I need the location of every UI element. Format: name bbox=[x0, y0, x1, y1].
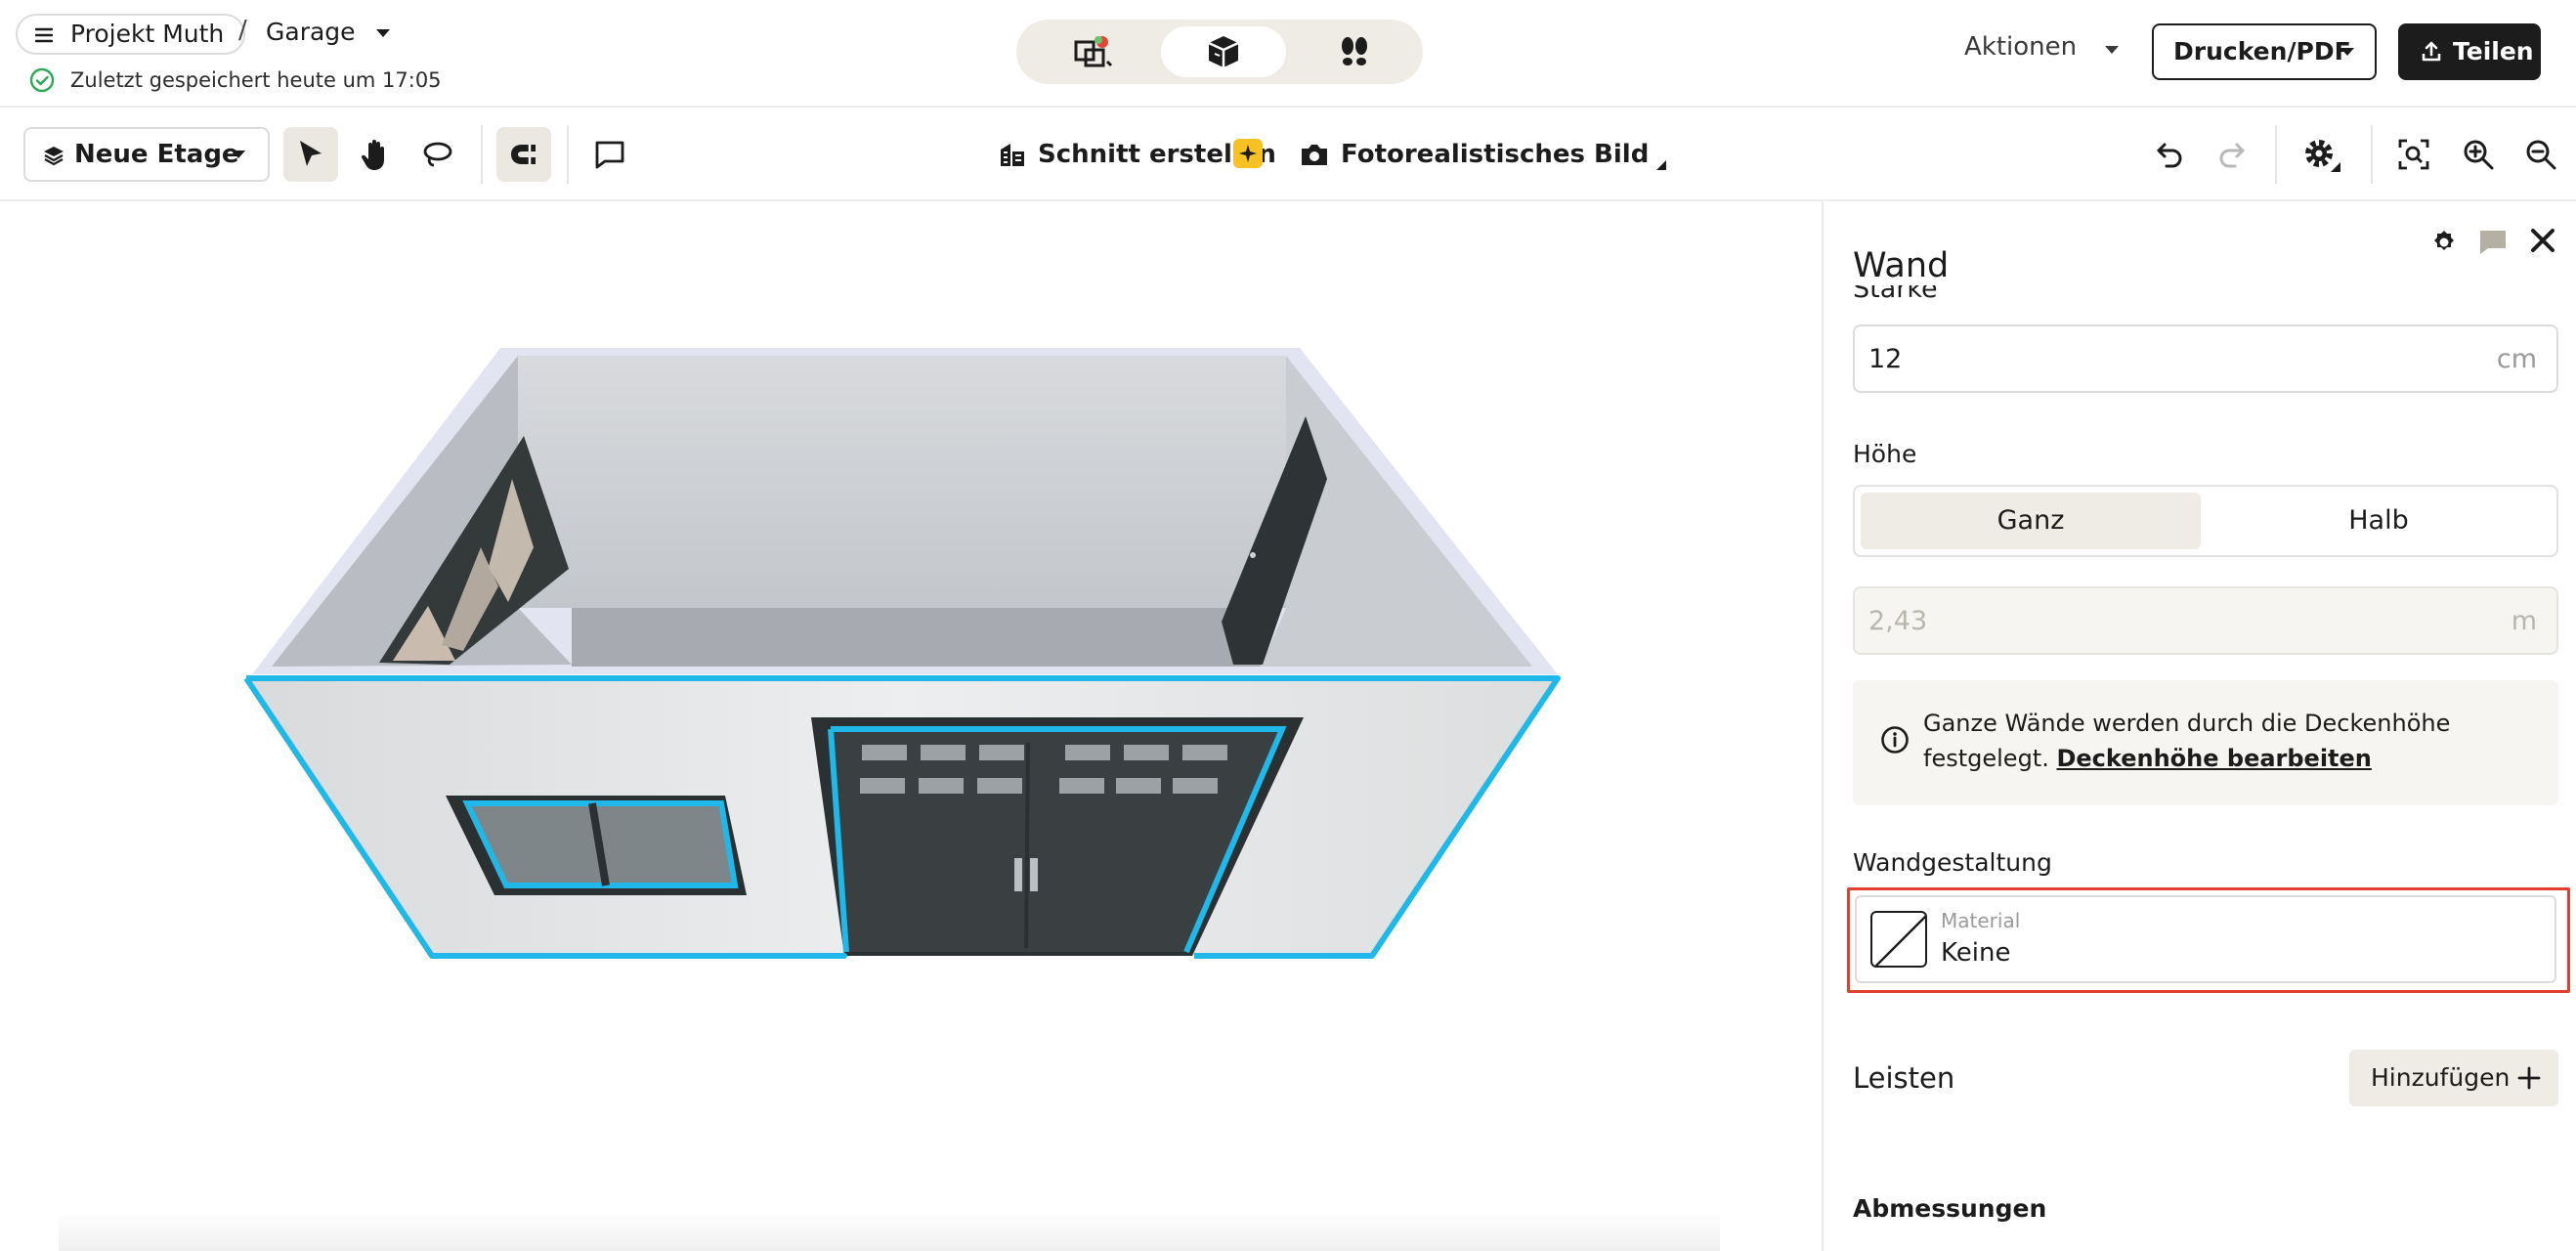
share-button[interactable]: Teilen bbox=[2398, 23, 2541, 80]
dimensions-title: Abmessungen bbox=[1853, 1194, 2047, 1223]
lasso-tool[interactable] bbox=[410, 127, 465, 182]
redo-icon bbox=[2219, 143, 2245, 168]
comment-icon bbox=[595, 141, 624, 169]
actions-menu[interactable]: Aktionen bbox=[1964, 32, 2120, 62]
select-cursor-icon bbox=[300, 141, 322, 166]
chevron-down-icon bbox=[375, 29, 390, 37]
properties-panel: Stärke Wand 12 cm Höhe Ganz Halb 2,43 m … bbox=[1822, 201, 2576, 1251]
new-floor-button[interactable]: Neue Etage bbox=[23, 127, 270, 182]
chevron-down-icon bbox=[2340, 48, 2354, 56]
building-section-icon bbox=[1001, 144, 1024, 166]
select-tool[interactable] bbox=[283, 127, 338, 182]
dropdown-corner-icon bbox=[1656, 160, 1667, 170]
view-mode-switch bbox=[1016, 20, 1423, 84]
actions-label: Aktionen bbox=[1964, 32, 2078, 62]
height-value: 2,43 bbox=[1868, 606, 1928, 636]
top-bar: Projekt Muth / Garage Zuletzt gespeicher… bbox=[0, 0, 2576, 108]
toolbar-divider bbox=[567, 125, 569, 184]
panel-title: Wand bbox=[1853, 246, 1961, 285]
3d-box-icon bbox=[1208, 36, 1239, 67]
floor-selector[interactable]: Garage bbox=[266, 14, 395, 55]
height-info-box: Ganze Wände werden durch die Deckenhöhe … bbox=[1853, 680, 2558, 805]
badge-settings-icon[interactable] bbox=[2429, 227, 2459, 256]
camera-icon bbox=[1302, 145, 1327, 165]
thickness-input[interactable]: 12 cm bbox=[1853, 324, 2558, 393]
material-field-label: Material bbox=[1941, 909, 2021, 932]
saved-check-icon bbox=[29, 67, 55, 93]
height-label: Höhe bbox=[1853, 440, 1917, 468]
height-option-full[interactable]: Ganz bbox=[1861, 493, 2201, 549]
project-name: Projekt Muth bbox=[70, 20, 225, 48]
layers-icon bbox=[44, 147, 64, 166]
zoom-fit-icon bbox=[2398, 139, 2429, 170]
comment-icon[interactable] bbox=[2478, 227, 2508, 256]
redo-button[interactable] bbox=[2205, 127, 2259, 182]
garage-3d-model[interactable] bbox=[0, 201, 1820, 1251]
height-mode-segmented: Ganz Halb bbox=[1853, 485, 2558, 557]
add-trim-button[interactable]: Hinzufügen bbox=[2349, 1050, 2558, 1106]
share-label: Teilen bbox=[2453, 37, 2534, 65]
info-icon bbox=[1881, 726, 1909, 754]
toolbar-divider bbox=[2275, 125, 2277, 184]
height-input: 2,43 m bbox=[1853, 586, 2558, 655]
snap-toggle[interactable] bbox=[496, 127, 551, 182]
undo-icon bbox=[2157, 143, 2182, 168]
hamburger-icon bbox=[35, 27, 53, 43]
new-floor-label: Neue Etage bbox=[74, 140, 239, 169]
print-label: Drucken/PDF bbox=[2173, 37, 2351, 65]
ground-shadow bbox=[59, 1212, 1720, 1251]
no-material-icon bbox=[1874, 915, 1925, 966]
view-3d-button[interactable] bbox=[1161, 26, 1286, 77]
thickness-unit: cm bbox=[2496, 344, 2537, 374]
photorealistic-image-button[interactable]: Fotorealistisches Bild bbox=[1300, 133, 1670, 176]
thickness-value: 12 bbox=[1868, 344, 1903, 374]
zoom-in-button[interactable] bbox=[2451, 127, 2506, 182]
wall-design-label: Wandgestaltung bbox=[1853, 848, 2052, 877]
toolbar-divider bbox=[481, 125, 483, 184]
zoom-out-button[interactable] bbox=[2513, 127, 2568, 182]
2d-plan-icon bbox=[1074, 36, 1113, 67]
toolbar-divider bbox=[2371, 125, 2373, 184]
magnet-icon bbox=[511, 145, 536, 164]
material-selector[interactable]: Material Keine bbox=[1855, 895, 2556, 983]
zoom-out-icon bbox=[2526, 140, 2556, 170]
floor-name: Garage bbox=[266, 18, 356, 46]
chevron-down-icon bbox=[232, 151, 245, 158]
zoom-in-icon bbox=[2464, 140, 2494, 170]
breadcrumb-separator: / bbox=[238, 16, 247, 45]
pan-hand-icon bbox=[361, 140, 384, 170]
upload-share-icon bbox=[2422, 41, 2441, 62]
material-field-value: Keine bbox=[1941, 938, 2011, 968]
height-option-half[interactable]: Halb bbox=[2209, 493, 2549, 549]
settings-icon bbox=[2305, 140, 2340, 172]
material-swatch bbox=[1870, 911, 1927, 968]
trims-title: Leisten bbox=[1853, 1061, 1955, 1095]
height-info-text: Ganze Wände werden durch die Deckenhöhe … bbox=[1923, 706, 2529, 776]
project-menu-button[interactable]: Projekt Muth bbox=[16, 14, 246, 55]
chevron-down-icon bbox=[2105, 46, 2120, 54]
undo-button[interactable] bbox=[2142, 127, 2197, 182]
editor-toolbar: Neue Etage Schnitt erstellen Fotorealist… bbox=[0, 108, 2576, 201]
print-pdf-button[interactable]: Drucken/PDF bbox=[2152, 23, 2377, 80]
lasso-icon bbox=[423, 142, 452, 167]
new-feature-badge bbox=[1233, 139, 1263, 168]
plus-icon bbox=[2517, 1066, 2541, 1090]
save-status: Zuletzt gespeichert heute um 17:05 bbox=[29, 66, 442, 94]
add-trim-label: Hinzufügen bbox=[2371, 1063, 2511, 1092]
pan-tool[interactable] bbox=[348, 127, 403, 182]
height-unit: m bbox=[2511, 606, 2537, 636]
walkthrough-icon bbox=[1342, 37, 1367, 65]
sparkle-icon bbox=[1239, 145, 1257, 162]
photorealistic-label: Fotorealistisches Bild bbox=[1341, 140, 1650, 169]
close-icon[interactable] bbox=[2529, 227, 2556, 254]
zoom-fit-button[interactable] bbox=[2386, 127, 2441, 182]
3d-viewport[interactable] bbox=[0, 201, 1820, 1251]
comment-tool[interactable] bbox=[582, 127, 637, 182]
view-walk-button[interactable] bbox=[1292, 26, 1417, 77]
edit-ceiling-height-link[interactable]: Deckenhöhe bearbeiten bbox=[2056, 745, 2371, 772]
view-settings-button[interactable] bbox=[2295, 127, 2349, 182]
view-2d-button[interactable] bbox=[1030, 26, 1155, 77]
save-status-text: Zuletzt gespeichert heute um 17:05 bbox=[70, 68, 442, 92]
